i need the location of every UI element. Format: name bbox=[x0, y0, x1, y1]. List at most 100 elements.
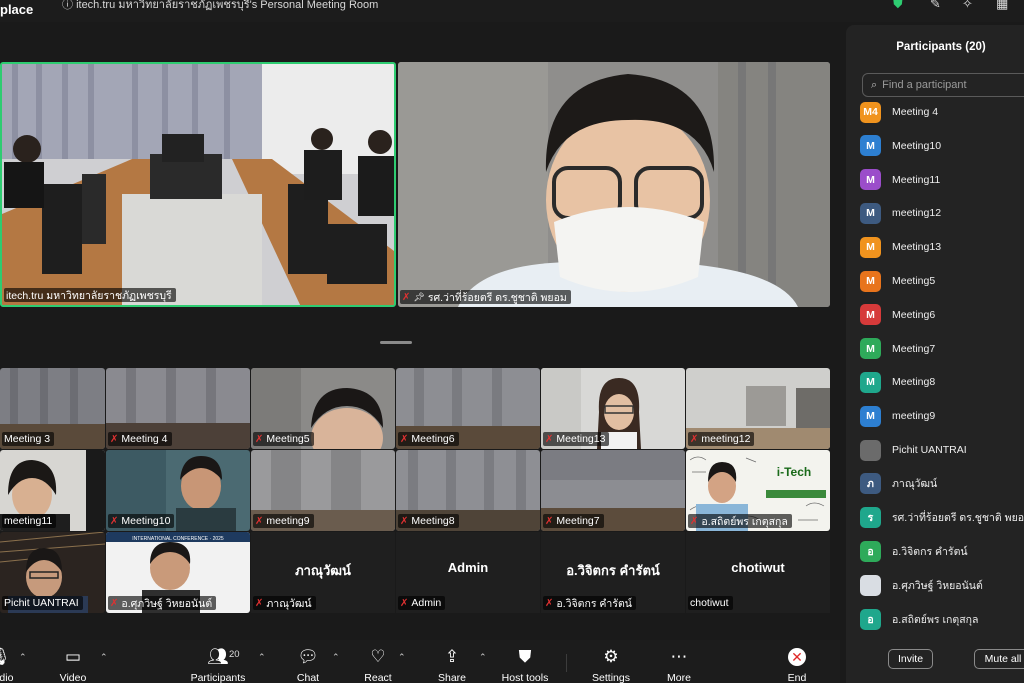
host-tools-button[interactable]: ⛊ Host tools bbox=[495, 646, 555, 683]
end-meeting-button[interactable]: ✕ End bbox=[767, 646, 827, 683]
name-tag: Meeting 3 bbox=[2, 432, 55, 446]
audio-options-chevron-icon[interactable]: ⌃ bbox=[19, 652, 27, 663]
gallery-tile[interactable]: i-Tech ✗ อ.สถิตย์พร เกตุสกุล bbox=[686, 450, 830, 531]
mute-all-button[interactable]: Mute all bbox=[974, 649, 1024, 669]
participant-list-item[interactable]: M Meeting5 bbox=[860, 270, 1024, 292]
invite-button[interactable]: Invite bbox=[888, 649, 933, 669]
chat-button[interactable]: 💬︎ Chat bbox=[278, 646, 338, 683]
gallery-tile[interactable]: INTERNATIONAL CONFERENCE · 2025 ✗ อ.ศุภวิ… bbox=[106, 532, 250, 613]
name-tag-text: Meeting 4 bbox=[121, 433, 168, 445]
gallery-tile[interactable]: ✗ Meeting 4 bbox=[106, 368, 250, 449]
participant-avatar bbox=[860, 439, 881, 461]
settings-button[interactable]: ⚙ Settings bbox=[581, 646, 641, 683]
participant-list-item[interactable]: M Meeting6 bbox=[860, 304, 1024, 326]
name-tag: ✗ อ.วิจิตกร คำรัตน์ bbox=[543, 596, 636, 610]
meeting-controls-toolbar: 🎙︎ Audio ⌃ ▭ Video ⌃ 👥︎ Participants 20 … bbox=[0, 640, 840, 683]
participants-count: 20 bbox=[229, 649, 240, 660]
video-options-chevron-icon[interactable]: ⌃ bbox=[100, 652, 108, 663]
participant-search-box[interactable]: ⌕ bbox=[862, 73, 1024, 97]
participant-name: Meeting 4 bbox=[892, 106, 939, 118]
name-tag: ✗ ภาณุวัฒน์ bbox=[253, 596, 316, 610]
name-tag: ✗ Meeting8 bbox=[398, 514, 459, 528]
participant-list-item[interactable]: M Meeting11 bbox=[860, 169, 1024, 191]
participants-options-chevron-icon[interactable]: ⌃ bbox=[258, 652, 266, 663]
participant-list-item[interactable]: อ อ.วิจิตกร คำรัตน์ bbox=[860, 540, 1024, 562]
muted-mic-icon: ✗ bbox=[545, 597, 554, 609]
participant-name: Pichit UANTRAI bbox=[892, 444, 967, 456]
name-tag-text: อ.วิจิตกร คำรัตน์ bbox=[556, 597, 632, 610]
participant-list-item[interactable]: Mmeeting9 bbox=[860, 405, 1024, 427]
participant-display-name: chotiwut bbox=[731, 560, 785, 575]
gallery-tile[interactable]: ✗ Meeting7 bbox=[541, 450, 685, 531]
participant-list-item[interactable]: อ.ศุภวิษฐ์ วิหยอนันต์ bbox=[860, 574, 1024, 596]
gallery-tile[interactable]: ✗ Meeting10 bbox=[106, 450, 250, 531]
name-tag-text: meeting11 bbox=[4, 515, 53, 527]
name-tag: ✗ meeting9 bbox=[253, 514, 314, 528]
participant-list-item[interactable]: อ อ.สถิตย์พร เกตุสกุล bbox=[860, 608, 1024, 630]
search-input[interactable] bbox=[882, 79, 1023, 91]
chat-bubble-icon: 💬︎ bbox=[297, 647, 319, 666]
gallery-tile[interactable]: ✗ meeting9 bbox=[251, 450, 395, 531]
muted-mic-icon: ✗ bbox=[400, 597, 409, 609]
share-options-chevron-icon[interactable]: ⌃ bbox=[479, 652, 487, 663]
participant-list-item[interactable]: Mmeeting12 bbox=[860, 202, 1024, 224]
annotate-icon[interactable]: ✎ bbox=[930, 0, 941, 12]
name-tag-text: Pichit UANTRAI bbox=[4, 597, 79, 609]
pin-icon: 📌︎ bbox=[413, 291, 425, 302]
itech-logo: i-Tech bbox=[777, 465, 811, 479]
gallery-tile[interactable]: Meeting 3 bbox=[0, 368, 105, 449]
participant-list-item[interactable]: ร รศ.ว่าที่ร้อยตรี ดร.ชูชาติ พยอม bbox=[860, 507, 1024, 529]
participant-name: ภาณุวัฒน์ bbox=[892, 478, 938, 491]
name-tag-text: Meeting6 bbox=[411, 433, 455, 445]
gallery-tile-no-video[interactable]: ภาณุวัฒน์ ✗ ภาณุวัฒน์ bbox=[251, 532, 395, 613]
video-tile-pinned-speaker[interactable]: ✗ 📌︎ รศ.ว่าที่ร้อยตรี ดร.ชูชาติ พยอม bbox=[398, 62, 830, 307]
gallery-tile[interactable]: ✗ meeting12 bbox=[686, 368, 830, 449]
apps-grid-icon[interactable]: ▦ bbox=[996, 0, 1008, 12]
share-button[interactable]: ⇪ Share bbox=[422, 646, 482, 683]
participant-avatar: M bbox=[860, 135, 881, 157]
name-tag-text: อ.ศุภวิษฐ์ วิหยอนันต์ bbox=[121, 597, 213, 610]
participant-list-item[interactable]: ภ ภาณุวัฒน์ bbox=[860, 473, 1024, 495]
gallery-tile-no-video[interactable]: อ.วิจิตกร คำรัตน์ ✗ อ.วิจิตกร คำรัตน์ bbox=[541, 532, 685, 613]
more-button[interactable]: ⋯ More bbox=[649, 646, 709, 683]
gallery-tile[interactable]: ✗ Meeting8 bbox=[396, 450, 540, 531]
participant-name: อ.วิจิตกร คำรัตน์ bbox=[892, 545, 968, 558]
participant-avatar: M bbox=[860, 270, 881, 292]
video-tile-room[interactable]: itech.tru มหาวิทยาลัยราชภัฏเพชรบุรี bbox=[0, 62, 396, 307]
name-tag: ✗ Meeting10 bbox=[108, 514, 175, 528]
react-options-chevron-icon[interactable]: ⌃ bbox=[398, 652, 406, 663]
muted-mic-icon: ✗ bbox=[690, 515, 699, 527]
gallery-resize-handle[interactable] bbox=[380, 341, 412, 344]
gallery-tile[interactable]: ✗ Meeting13 bbox=[541, 368, 685, 449]
participant-list-item[interactable]: M Meeting10 bbox=[860, 135, 1024, 157]
meeting-info[interactable]: ⓘ itech.tru มหาวิทยาลัยราชภัฏเพชรบุรี's … bbox=[62, 0, 378, 13]
toolbar-divider bbox=[566, 654, 567, 672]
name-tag-text: Meeting10 bbox=[121, 515, 171, 527]
participant-list-item[interactable]: Pichit UANTRAI bbox=[860, 439, 1024, 461]
ai-companion-icon[interactable]: ✧ bbox=[962, 0, 973, 12]
chat-options-chevron-icon[interactable]: ⌃ bbox=[332, 652, 340, 663]
participant-list-item[interactable]: M Meeting13 bbox=[860, 236, 1024, 258]
participant-list-item[interactable]: M4 Meeting 4 bbox=[860, 101, 1024, 123]
gallery-tile-no-video[interactable]: Admin ✗ Admin bbox=[396, 532, 540, 613]
name-tag-text: Meeting5 bbox=[266, 433, 310, 445]
participant-list-item[interactable]: M Meeting7 bbox=[860, 338, 1024, 360]
participant-name: meeting9 bbox=[892, 410, 936, 423]
participant-avatar: M bbox=[860, 338, 881, 360]
panel-title: Participants (20) bbox=[896, 41, 986, 53]
participant-list-item[interactable]: M Meeting8 bbox=[860, 371, 1024, 393]
participant-name: meeting12 bbox=[892, 207, 942, 220]
encryption-shield-icon[interactable]: ⛊ bbox=[893, 0, 907, 11]
gallery-tile-no-video[interactable]: chotiwut chotiwut bbox=[686, 532, 830, 613]
gallery-tile[interactable]: ✗ Meeting5 bbox=[251, 368, 395, 449]
gallery-tile[interactable]: Pichit UANTRAI bbox=[0, 532, 105, 613]
name-tag: ✗ อ.ศุภวิษฐ์ วิหยอนันต์ bbox=[108, 596, 217, 610]
name-tag-text: Meeting8 bbox=[411, 515, 455, 527]
gallery-tile[interactable]: ✗ Meeting6 bbox=[396, 368, 540, 449]
zoom-meeting-window: place ⓘ itech.tru มหาวิทยาลัยราชภัฏเพชรบ… bbox=[0, 0, 1024, 683]
video-button[interactable]: ▭ Video bbox=[43, 646, 103, 683]
name-tag: itech.tru มหาวิทยาลัยราชภัฏเพชรบุรี bbox=[4, 288, 176, 302]
name-tag-text: Admin bbox=[411, 597, 442, 609]
gallery-tile[interactable]: meeting11 bbox=[0, 450, 105, 531]
participant-name: Meeting13 bbox=[892, 241, 942, 254]
